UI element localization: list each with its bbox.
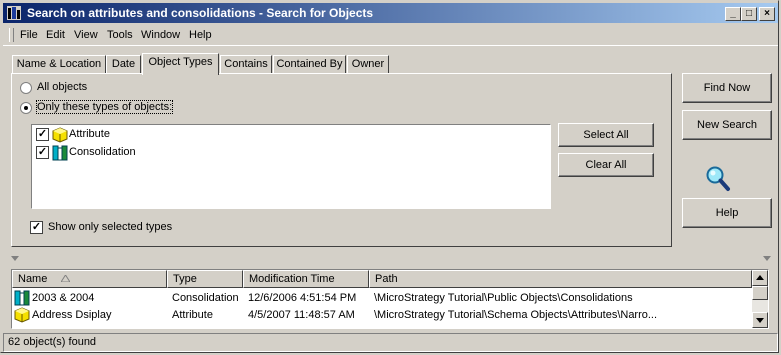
radio-all-objects-label[interactable]: All objects xyxy=(37,81,87,93)
arrow-up-icon xyxy=(756,275,764,280)
show-only-selected-label[interactable]: Show only selected types xyxy=(48,221,172,233)
menu-view[interactable]: View xyxy=(74,29,98,41)
row-path: \MicroStrategy Tutorial\Schema Objects\A… xyxy=(374,309,658,321)
attribute-icon xyxy=(14,307,30,323)
radio-only-these-types-label[interactable]: Only these types of objects: xyxy=(35,100,174,114)
row-type: Attribute xyxy=(172,309,213,321)
minimize-icon: _ xyxy=(730,8,736,19)
tab-contains[interactable]: Contains xyxy=(220,55,272,74)
object-types-list[interactable]: ✓ Attribute ✓ Consolidation xyxy=(31,124,551,209)
minimize-button[interactable]: _ xyxy=(725,7,741,21)
object-types-panel: All objects Only these types of objects:… xyxy=(11,73,672,247)
column-header-modification-time[interactable]: Modification Time xyxy=(243,270,369,288)
menu-bar: File Edit View Tools Window Help xyxy=(3,25,778,46)
collapse-down-icon xyxy=(763,256,771,261)
menu-help[interactable]: Help xyxy=(189,29,212,41)
menu-tools[interactable]: Tools xyxy=(107,29,133,41)
row-type: Consolidation xyxy=(172,292,239,304)
menu-file[interactable]: File xyxy=(20,29,38,41)
app-icon xyxy=(7,6,21,20)
tab-contained-by[interactable]: Contained By xyxy=(273,55,346,74)
new-search-button[interactable]: New Search xyxy=(682,110,772,140)
row-name: Address Dsiplay xyxy=(32,309,112,321)
status-bar: 62 object(s) found xyxy=(3,333,778,352)
select-all-button[interactable]: Select All xyxy=(558,123,654,147)
find-now-button[interactable]: Find Now xyxy=(682,73,772,103)
help-button[interactable]: Help xyxy=(682,198,772,228)
type-attribute-label: Attribute xyxy=(69,128,110,140)
show-only-selected-checkbox[interactable]: ✓ xyxy=(30,221,43,234)
column-name-label: Name xyxy=(18,273,48,285)
radio-only-these-types[interactable] xyxy=(20,102,32,114)
row-modified: 12/6/2006 4:51:54 PM xyxy=(248,292,357,304)
column-header-path[interactable]: Path xyxy=(369,270,752,288)
row-path: \MicroStrategy Tutorial\Public Objects\C… xyxy=(374,292,633,304)
scroll-down-button[interactable] xyxy=(752,312,768,328)
collapse-up-icon xyxy=(11,256,19,261)
window-title: Search on attributes and consolidations … xyxy=(27,6,374,20)
menu-window[interactable]: Window xyxy=(141,29,180,41)
maximize-button[interactable]: □ xyxy=(741,7,757,21)
tab-owner[interactable]: Owner xyxy=(347,55,389,74)
table-row[interactable]: Address Dsiplay Attribute 4/5/2007 11:48… xyxy=(12,307,752,323)
type-consolidation-label: Consolidation xyxy=(69,146,136,158)
consolidation-icon xyxy=(14,290,30,306)
scroll-up-button[interactable] xyxy=(752,270,768,286)
table-row[interactable]: 2003 & 2004 Consolidation 12/6/2006 4:51… xyxy=(12,290,752,306)
panel-splitter[interactable] xyxy=(11,253,771,263)
row-modified: 4/5/2007 11:48:57 AM xyxy=(248,309,355,321)
column-header-name[interactable]: Name xyxy=(12,270,167,288)
checkbox-consolidation[interactable]: ✓ xyxy=(36,146,49,159)
maximize-icon: □ xyxy=(745,8,753,19)
status-text: 62 object(s) found xyxy=(8,336,97,348)
title-bar[interactable]: Search on attributes and consolidations … xyxy=(3,3,778,23)
results-list[interactable]: Name Type Modification Time Path 2003 & … xyxy=(11,269,769,329)
consolidation-icon xyxy=(52,145,68,161)
results-scrollbar[interactable] xyxy=(752,270,768,328)
scroll-thumb[interactable] xyxy=(752,286,768,300)
tab-date[interactable]: Date xyxy=(106,55,141,74)
menu-edit[interactable]: Edit xyxy=(46,29,65,41)
row-name: 2003 & 2004 xyxy=(32,292,95,304)
close-button[interactable]: × xyxy=(759,7,775,21)
tab-name-location[interactable]: Name & Location xyxy=(12,55,106,74)
clear-all-button[interactable]: Clear All xyxy=(558,153,654,177)
radio-all-objects[interactable] xyxy=(20,82,32,94)
attribute-icon xyxy=(52,127,68,143)
sort-ascending-icon xyxy=(61,275,70,282)
magnifier-icon xyxy=(706,166,730,191)
column-header-type[interactable]: Type xyxy=(167,270,243,288)
arrow-down-icon xyxy=(756,318,764,323)
close-icon: × xyxy=(764,8,770,19)
checkbox-attribute[interactable]: ✓ xyxy=(36,128,49,141)
search-window: Search on attributes and consolidations … xyxy=(0,0,779,353)
menu-grip xyxy=(9,28,14,42)
tab-object-types[interactable]: Object Types xyxy=(142,53,219,75)
